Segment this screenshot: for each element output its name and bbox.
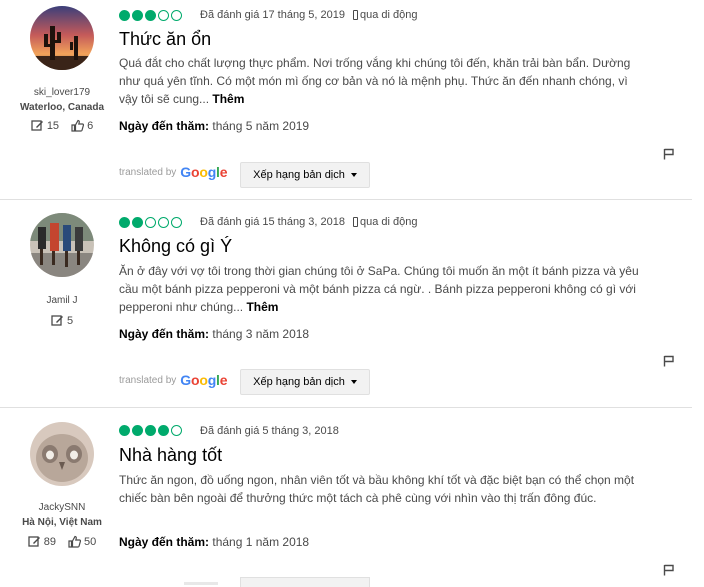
- rating-bubble-empty-icon: [158, 10, 169, 21]
- thumbs-up-icon: [68, 535, 81, 548]
- chevron-down-icon: [350, 380, 357, 384]
- via-mobile-label: qua di động: [360, 9, 418, 21]
- visit-label: Ngày đến thăm:: [119, 535, 210, 549]
- rating-bubble-filled-icon: [158, 425, 169, 436]
- helpful-votes-count: 50: [84, 535, 97, 548]
- translated-by-google: translated by Google: [119, 164, 228, 180]
- user-stats: 5: [0, 314, 124, 327]
- visit-value: tháng 5 năm 2019: [212, 119, 310, 133]
- rating-bubble-empty-icon: [145, 217, 156, 228]
- bubble-rating: [119, 10, 182, 21]
- user-stats: 89 50: [0, 535, 124, 548]
- thumbs-up-icon: [71, 119, 85, 132]
- review-title[interactable]: Không có gì Ý: [119, 236, 232, 257]
- rating-bubble-empty-icon: [171, 425, 182, 436]
- runners-race-icon: [30, 213, 94, 277]
- review-date: Đã đánh giá 15 tháng 3, 2018: [200, 216, 345, 228]
- rating-bubble-filled-icon: [145, 10, 156, 21]
- translation-bar-partial: [184, 576, 234, 586]
- review-text: Thức ăn ngon, đồ uống ngon, nhân viên tố…: [119, 471, 639, 507]
- contribution-count: 15: [46, 119, 60, 132]
- username[interactable]: Jamil J: [0, 295, 124, 306]
- mobile-phone-icon: [353, 10, 358, 20]
- rating-bubble-filled-icon: [119, 217, 130, 228]
- translated-by-label: translated by: [119, 374, 177, 386]
- report-flag-icon[interactable]: [663, 148, 675, 160]
- rate-translation-dropdown[interactable]: Xếp hạng bản dịch: [240, 369, 370, 395]
- rating-bubble-filled-icon: [119, 425, 130, 436]
- visit-value: tháng 1 năm 2018: [212, 535, 310, 549]
- review-divider: [0, 407, 692, 408]
- rating-bubble-filled-icon: [145, 425, 156, 436]
- mobile-phone-icon: [353, 217, 358, 227]
- owl-face-icon: [30, 422, 94, 486]
- edit-review-icon: [31, 120, 43, 131]
- review-text: Ăn ở đây với vợ tôi trong thời gian chún…: [119, 262, 639, 316]
- contribution-count: 89: [43, 535, 56, 548]
- mobile-badge: qua di động: [353, 9, 418, 21]
- rating-bubble-filled-icon: [132, 425, 143, 436]
- rating-bubble-filled-icon: [132, 10, 143, 21]
- rating-bubble-empty-icon: [171, 217, 182, 228]
- rate-translation-label: Xếp hạng bản dịch: [253, 169, 345, 181]
- rate-translation-label: Xếp hạng bản dịch: [253, 376, 345, 388]
- date-of-visit: Ngày đến thăm: tháng 1 năm 2018: [119, 535, 309, 549]
- bubble-rating: [119, 217, 182, 228]
- report-flag-icon[interactable]: [663, 564, 675, 576]
- rate-translation-dropdown[interactable]: Xếp hạng bản dịch: [240, 162, 370, 188]
- desert-cactus-sunset-icon: [30, 6, 94, 70]
- date-of-visit: Ngày đến thăm: tháng 5 năm 2019: [119, 119, 309, 133]
- visit-value: tháng 3 năm 2018: [212, 327, 310, 341]
- review-date: Đã đánh giá 17 tháng 5, 2019: [200, 9, 345, 21]
- read-more-link[interactable]: Thêm: [212, 92, 244, 106]
- chevron-down-icon: [350, 173, 357, 177]
- user-stats: 15 6: [0, 119, 124, 132]
- translated-by-google: translated by Google: [119, 372, 228, 388]
- edit-review-icon: [51, 315, 63, 326]
- review-title[interactable]: Thức ăn ổn: [119, 29, 211, 50]
- mobile-badge: qua di động: [353, 216, 418, 228]
- read-more-link[interactable]: Thêm: [246, 300, 278, 314]
- translated-by-label: translated by: [119, 166, 177, 178]
- visit-label: Ngày đến thăm:: [119, 119, 210, 133]
- user-avatar[interactable]: [30, 6, 94, 70]
- rating-bubble-filled-icon: [132, 217, 143, 228]
- user-location: Hà Nội, Việt Nam: [22, 517, 102, 528]
- edit-review-icon: [28, 536, 40, 547]
- helpful-votes-count: 6: [87, 119, 94, 132]
- rating-bubble-filled-icon: [119, 10, 130, 21]
- review-text: Quá đắt cho chất lượng thực phẩm. Nơi tr…: [119, 54, 639, 108]
- via-mobile-label: qua di động: [360, 216, 418, 228]
- rating-bubble-empty-icon: [158, 217, 169, 228]
- user-location: Waterloo, Canada: [19, 102, 105, 113]
- username[interactable]: JackySNN: [0, 502, 124, 513]
- google-logo-icon: Google: [180, 372, 228, 388]
- contribution-count: 5: [66, 314, 74, 327]
- review-date: Đã đánh giá 5 tháng 3, 2018: [200, 425, 339, 437]
- user-avatar[interactable]: [30, 422, 94, 486]
- review-text-content: Ăn ở đây với vợ tôi trong thời gian chún…: [119, 264, 639, 314]
- user-avatar[interactable]: [30, 213, 94, 277]
- rating-bubble-empty-icon: [171, 10, 182, 21]
- review-text-content: Thức ăn ngon, đồ uống ngon, nhân viên tố…: [119, 473, 635, 505]
- review-text-content: Quá đắt cho chất lượng thực phẩm. Nơi tr…: [119, 56, 631, 106]
- visit-label: Ngày đến thăm:: [119, 327, 210, 341]
- bubble-rating: [119, 425, 182, 436]
- rate-translation-dropdown-partial[interactable]: [240, 577, 370, 587]
- report-flag-icon[interactable]: [663, 355, 675, 367]
- date-of-visit: Ngày đến thăm: tháng 3 năm 2018: [119, 327, 309, 341]
- review-title[interactable]: Nhà hàng tốt: [119, 445, 222, 466]
- username[interactable]: ski_lover179: [0, 87, 124, 98]
- google-logo-icon: Google: [180, 164, 228, 180]
- review-divider: [0, 199, 692, 200]
